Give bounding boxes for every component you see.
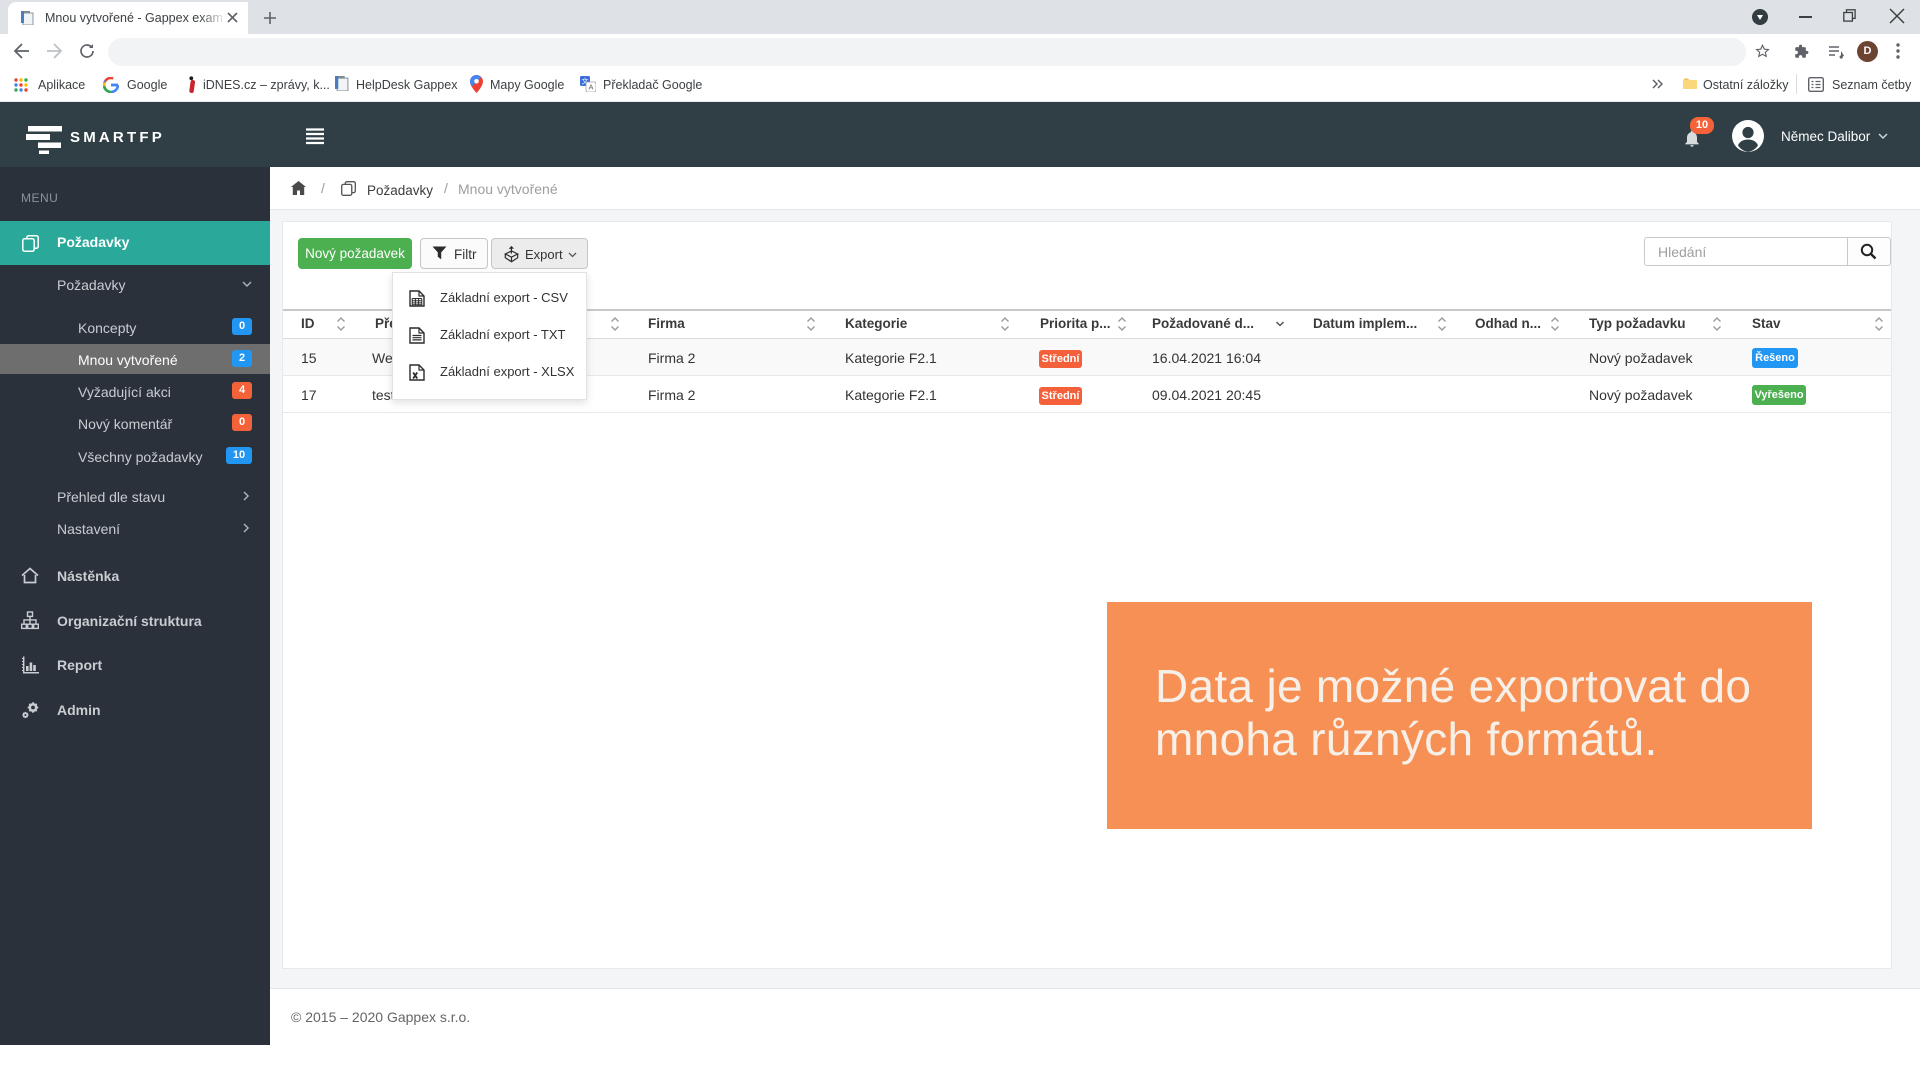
svg-text:A: A bbox=[588, 83, 593, 92]
